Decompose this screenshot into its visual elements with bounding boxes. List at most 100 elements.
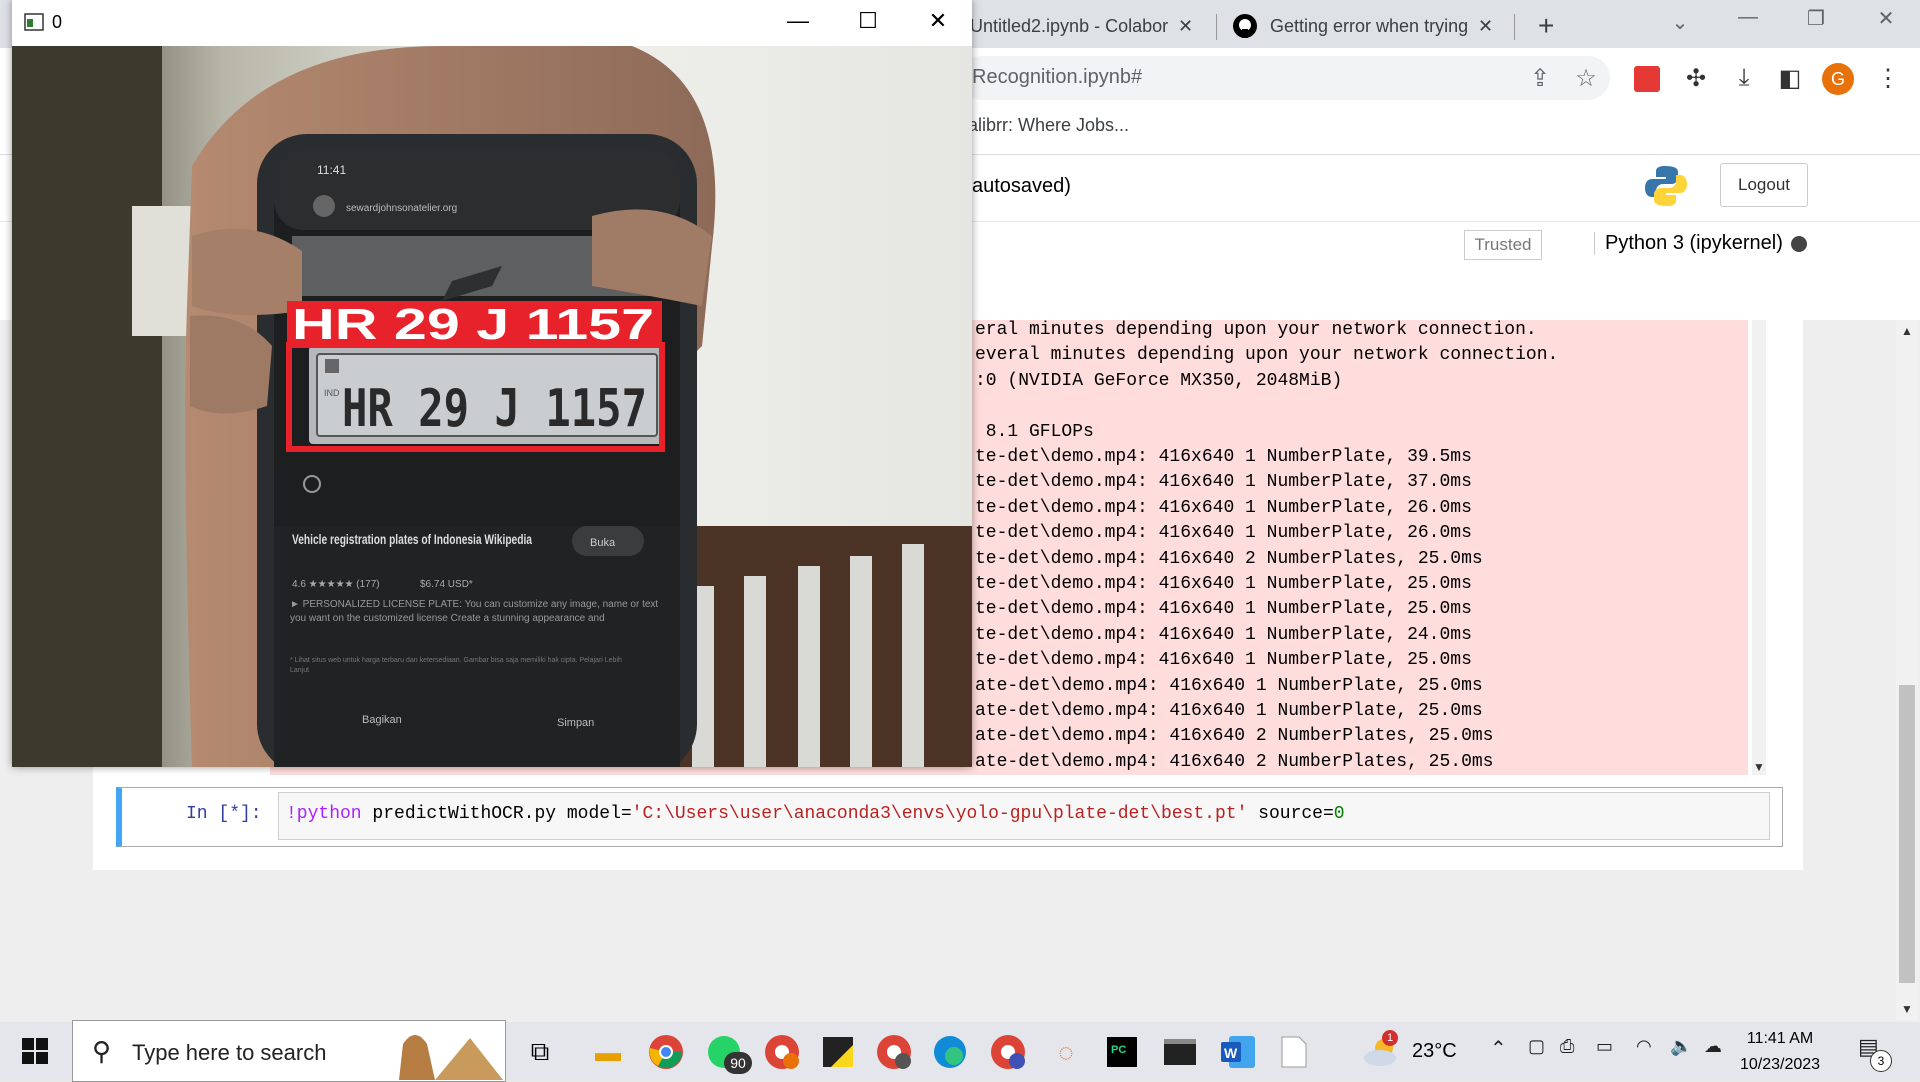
minimize-icon[interactable]: — <box>1728 6 1768 29</box>
jupyter-icon[interactable]: ◌ <box>1044 1030 1088 1074</box>
page-scrollbar-thumb[interactable] <box>1899 685 1915 983</box>
search-placeholder: Type here to search <box>132 1040 327 1065</box>
logout-button[interactable]: Logout <box>1720 163 1808 207</box>
window-app-icon <box>24 13 44 31</box>
phone-rating: 4.6 ★★★★★ (177) <box>292 579 380 590</box>
chevron-up-icon[interactable]: ⌃ <box>1490 1036 1507 1061</box>
taskbar-clock[interactable]: 11:41 AM 10/23/2023 <box>1740 1026 1820 1078</box>
phone-price: $6.74 USD* <box>420 579 473 590</box>
download-icon[interactable]: ⤓ <box>1728 64 1760 92</box>
output-line: te-det\demo.mp4: 416x640 1 NumberPlate, … <box>975 472 1472 493</box>
whatsapp-badge: 90 <box>724 1052 752 1074</box>
profile-avatar[interactable]: G <box>1822 63 1854 95</box>
phone-status-time: 11:41 <box>317 163 346 177</box>
opencv-titlebar[interactable] <box>12 0 972 46</box>
new-tab-button[interactable]: + <box>1538 6 1568 46</box>
search-highlight-sphinx-icon <box>399 1035 503 1080</box>
phone-save: Simpan <box>557 717 594 729</box>
phone-promo: ► PERSONALIZED LICENSE PLATE: You can cu… <box>290 599 659 624</box>
weather-temperature[interactable]: 23°C <box>1412 1040 1457 1063</box>
output-line: eral minutes depending upon your network… <box>975 320 1537 340</box>
side-panel-icon[interactable]: ◧ <box>1774 64 1806 93</box>
share-icon[interactable]: ⇪ <box>1524 64 1556 93</box>
tab-github[interactable]: Getting error when trying ✕ <box>1232 6 1510 46</box>
output-line: te-det\demo.mp4: 416x640 1 NumberPlate, … <box>975 447 1472 467</box>
close-icon[interactable]: ✕ <box>1478 16 1493 37</box>
svg-text:W: W <box>1224 1045 1238 1061</box>
phone-share: Bagikan <box>362 714 402 726</box>
onedrive-icon[interactable]: ☁ <box>1704 1036 1722 1057</box>
chrome-icon[interactable] <box>644 1030 688 1074</box>
close-icon[interactable]: ✕ <box>1866 6 1906 31</box>
phone-buka: Buka <box>590 537 616 549</box>
svg-text:PC: PC <box>1111 1044 1126 1056</box>
tab-search-icon[interactable]: ⌄ <box>1660 10 1700 35</box>
word-icon[interactable]: W <box>1216 1030 1260 1074</box>
notebook-title[interactable]: autosaved) <box>972 175 1071 198</box>
menu-icon[interactable]: ⋮ <box>1872 64 1904 93</box>
tab-title: Getting error when trying <box>1270 15 1469 36</box>
scroll-down-icon[interactable]: ▼ <box>1901 1002 1913 1016</box>
blank-document-icon[interactable] <box>1272 1030 1316 1074</box>
close-icon[interactable]: ✕ <box>918 8 958 34</box>
output-line: ate-det\demo.mp4: 416x640 2 NumberPlates… <box>975 751 1494 772</box>
scroll-down-icon[interactable]: ▼ <box>1753 760 1765 774</box>
volume-icon[interactable]: 🔈 <box>1670 1036 1692 1057</box>
output-line: ate-det\demo.mp4: 416x640 2 NumberPlates… <box>975 726 1494 747</box>
phone-site: sewardjohnsonatelier.org <box>346 203 457 214</box>
chrome-profile-icon[interactable] <box>872 1030 916 1074</box>
detection-label: HR 29 J 1157 <box>292 300 654 349</box>
scroll-up-icon[interactable]: ▲ <box>1901 324 1913 338</box>
wifi-icon[interactable]: ◠ <box>1636 1036 1652 1057</box>
code-text: !python predictWithOCR.py model='C:\User… <box>286 804 1345 824</box>
github-icon <box>1233 14 1257 38</box>
output-line: :0 (NVIDIA GeForce MX350, 2048MiB) <box>975 370 1343 391</box>
cell-prompt: In [*]: <box>186 804 262 824</box>
terminal-icon[interactable] <box>1158 1030 1202 1074</box>
kernel-name: Python 3 (ipykernel) <box>1594 232 1783 255</box>
task-view-icon[interactable]: ⧉ <box>518 1030 562 1074</box>
output-line: te-det\demo.mp4: 416x640 1 NumberPlate, … <box>975 650 1472 671</box>
chrome-profile-icon[interactable] <box>760 1030 804 1074</box>
close-icon[interactable]: ✕ <box>1178 16 1193 37</box>
output-line: ate-det\demo.mp4: 416x640 1 NumberPlate,… <box>975 675 1483 696</box>
extensions-icon[interactable]: ✣ <box>1680 64 1712 93</box>
edge-icon[interactable] <box>928 1030 972 1074</box>
restore-icon[interactable]: ❐ <box>1796 6 1836 31</box>
plate-prefix: IND <box>324 388 340 398</box>
output-line: 8.1 GFLOPs <box>975 421 1094 442</box>
pycharm-icon[interactable]: PC <box>1100 1030 1144 1074</box>
device-icon[interactable]: ⎙ <box>1560 1036 1574 1057</box>
plate-text: HR 29 J 1157 <box>342 379 647 439</box>
output-line: te-det\demo.mp4: 416x640 1 NumberPlate, … <box>975 497 1472 518</box>
clock-time: 11:41 AM <box>1746 1030 1814 1047</box>
extension-mendeley-icon[interactable] <box>1634 66 1660 92</box>
trusted-indicator[interactable]: Trusted <box>1464 230 1542 260</box>
file-explorer-icon[interactable]: ▬ <box>586 1030 630 1074</box>
bookmark-item[interactable]: alibrr: Where Jobs... <box>968 115 1129 136</box>
output-line: te-det\demo.mp4: 416x640 2 NumberPlates,… <box>975 548 1483 569</box>
output-line: everal minutes depending upon your netwo… <box>975 345 1559 366</box>
camera-frame: 11:41 sewardjohnsonatelier.org IND HR 29… <box>12 46 972 767</box>
maximize-icon[interactable]: ☐ <box>848 8 888 34</box>
camera-scene: 11:41 sewardjohnsonatelier.org IND HR 29… <box>12 46 972 767</box>
output-line: te-det\demo.mp4: 416x640 1 NumberPlate, … <box>975 599 1472 620</box>
output-line: te-det\demo.mp4: 416x640 1 NumberPlate, … <box>975 523 1472 544</box>
python-logo-icon <box>1645 166 1687 206</box>
sticky-notes-icon[interactable] <box>816 1030 860 1074</box>
meet-now-icon[interactable]: ▢ <box>1528 1036 1545 1057</box>
output-line: te-det\demo.mp4: 416x640 1 NumberPlate, … <box>975 574 1472 594</box>
notification-badge: 3 <box>1870 1050 1892 1072</box>
opencv-window-title: 0 <box>52 12 63 32</box>
chrome-profile-icon[interactable] <box>986 1030 1030 1074</box>
windows-start-icon[interactable] <box>22 1038 48 1064</box>
output-line: ate-det\demo.mp4: 416x640 1 NumberPlate,… <box>975 701 1483 721</box>
phone-heading: Vehicle registration plates of Indonesia… <box>292 531 532 547</box>
star-icon[interactable]: ☆ <box>1570 64 1602 93</box>
output-scrollbar[interactable] <box>1752 320 1766 775</box>
minimize-icon[interactable]: — <box>778 8 818 34</box>
battery-icon[interactable]: ▭ <box>1596 1036 1613 1057</box>
tab-colab[interactable]: Untitled2.ipynb - Colabor ✕ <box>970 6 1210 46</box>
weather-badge: 1 <box>1382 1030 1398 1046</box>
clock-date: 10/23/2023 <box>1740 1056 1821 1073</box>
